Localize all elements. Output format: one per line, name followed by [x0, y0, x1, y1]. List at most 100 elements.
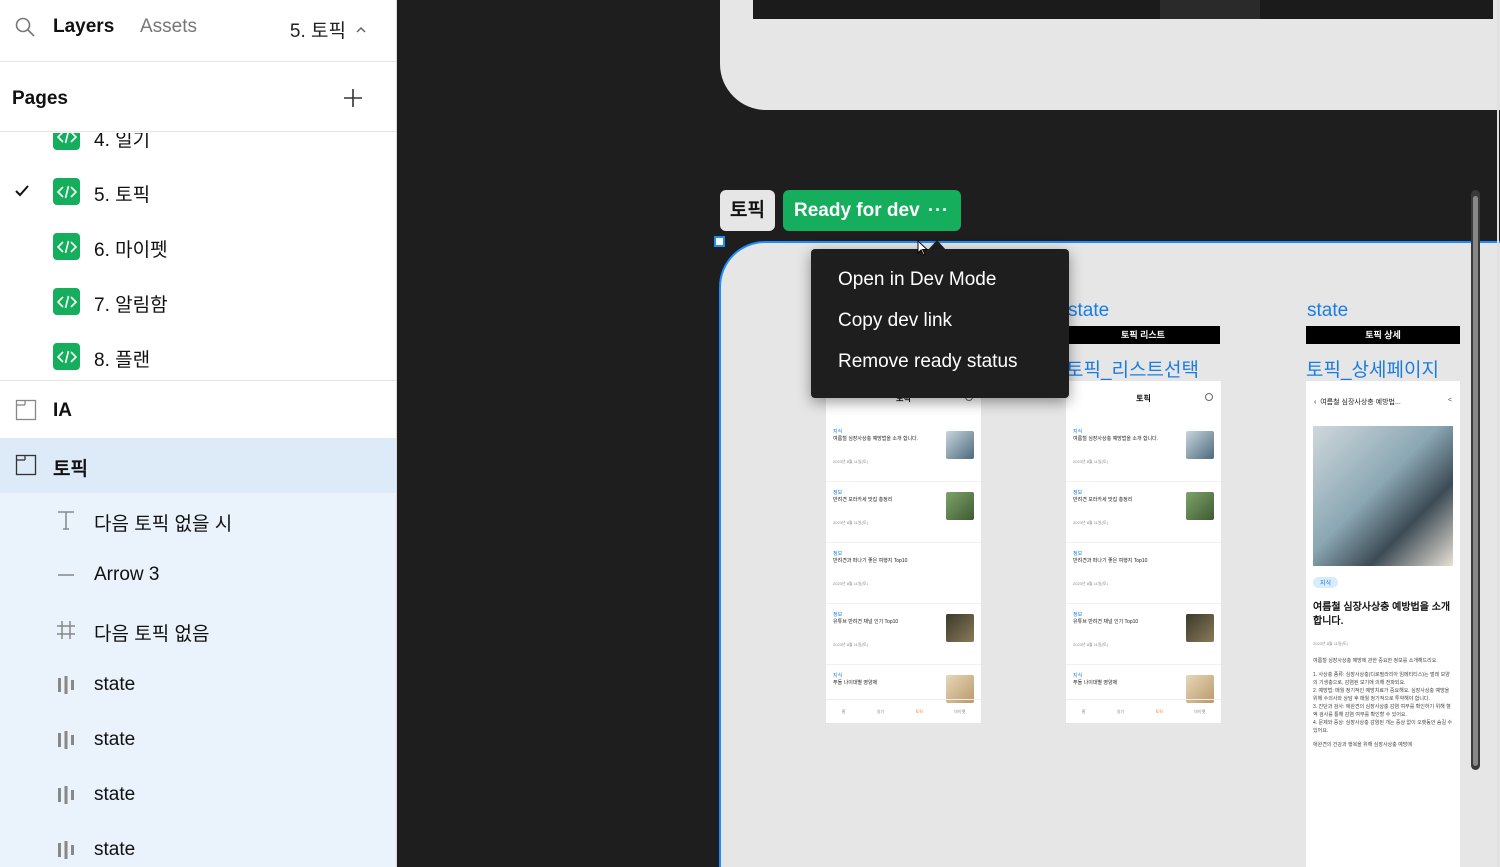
list-item[interactable]: 지식 여름철 심장사상충 예방법을 소개 합니다. 2023년 8월 11일(토…	[1066, 421, 1221, 482]
frame-icon	[57, 621, 75, 639]
text-icon	[58, 511, 74, 530]
card-thumbnail	[1186, 492, 1214, 520]
panel-topbar: Layers Assets 5. 토픽	[0, 0, 396, 62]
add-page-icon[interactable]	[341, 86, 365, 110]
frame-title-bar: 토픽 리스트	[1066, 326, 1220, 344]
tab-diary[interactable]: 일기	[1117, 709, 1124, 715]
tab-layers[interactable]: Layers	[53, 16, 114, 38]
list-item[interactable]: 정보 유튜브 반려견 채널 인기 Top10 2023년 8월 11일(토)	[1066, 604, 1221, 665]
detail-date: 2023년 8월 11일(토)	[1313, 641, 1348, 646]
frame-name[interactable]: 토픽_상세페이지	[1306, 355, 1439, 382]
checkmark-icon	[15, 185, 29, 197]
layer-row[interactable]: state	[0, 768, 396, 823]
layer-row[interactable]: state	[0, 658, 396, 713]
layer-label: 다음 토픽 없음	[94, 624, 210, 645]
page-item-label: 8. 플랜	[94, 350, 151, 371]
layer-row[interactable]: Arrow 3	[0, 548, 396, 603]
tab-home[interactable]: 홈	[1082, 709, 1086, 715]
section-name-label[interactable]: 토픽	[720, 190, 775, 231]
tab-assets[interactable]: Assets	[140, 16, 197, 38]
component-set-icon	[58, 731, 74, 749]
ready-for-dev-button[interactable]: Ready for dev ···	[783, 190, 961, 231]
page-item-current[interactable]: 5. 토픽	[0, 166, 396, 221]
dev-mode-icon	[53, 233, 80, 260]
card-date: 2023년 8월 11일(토)	[833, 520, 868, 525]
component-set-icon	[58, 676, 74, 694]
resize-handle[interactable]	[714, 236, 725, 247]
card-category: 정보	[1073, 490, 1083, 496]
menu-item-open-dev-mode[interactable]: Open in Dev Mode	[811, 259, 1069, 300]
tab-topic[interactable]: 토픽	[1156, 709, 1163, 715]
layer-label: Arrow 3	[94, 564, 160, 585]
share-icon[interactable]: <	[1448, 397, 1452, 404]
more-options-icon[interactable]: ···	[928, 190, 949, 231]
state-label: state	[1068, 300, 1110, 321]
card-thumbnail	[946, 431, 974, 459]
tab-mypet[interactable]: 마이펫	[1194, 709, 1205, 715]
pages-title: Pages	[12, 88, 68, 109]
card-category: 지식	[1073, 429, 1083, 435]
layer-row[interactable]: state	[0, 823, 396, 867]
tab-mypet[interactable]: 마이펫	[954, 709, 965, 715]
page-item-label: 7. 알림함	[94, 295, 168, 316]
page-item[interactable]: 7. 알림함	[0, 276, 396, 331]
layer-row[interactable]: 다음 토픽 없음	[0, 603, 396, 658]
dev-mode-icon	[53, 133, 80, 150]
frame-name[interactable]: 토픽_리스트선택	[1066, 355, 1199, 382]
canvas-scrollbar[interactable]	[1471, 190, 1480, 770]
card-thumbnail	[946, 492, 974, 520]
layer-row-selected[interactable]: 토픽	[0, 438, 396, 493]
dev-mode-icon	[53, 288, 80, 315]
page-item[interactable]: 4. 일기	[0, 133, 396, 166]
page-item[interactable]: 8. 플랜	[0, 331, 396, 380]
hero-image	[1313, 426, 1453, 566]
list-item[interactable]: 지식 여름철 심장사상충 예방법을 소개 합니다. 2023년 8월 11일(토…	[826, 421, 981, 482]
menu-item-remove-ready-status[interactable]: Remove ready status	[811, 341, 1069, 382]
topic-list-select-frame[interactable]: 토픽 지식 여름철 심장사상충 예방법을 소개 합니다. 2023년 8월 11…	[1066, 381, 1221, 723]
card-title: 푸들 나이대별 영양제	[833, 680, 878, 686]
detail-top-title: ‹ 여름철 심장사상충 예방법...	[1314, 397, 1401, 407]
detail-point: 4. 문제와 증상: 심장사상충 감염된 개는 증상 없이 오랫동안 숨길 수 …	[1313, 720, 1453, 734]
scrollbar-thumb[interactable]	[1473, 196, 1478, 766]
dev-mode-icon	[53, 178, 80, 205]
search-icon[interactable]	[14, 16, 36, 38]
chevron-up-icon	[356, 26, 366, 33]
card-date: 2023년 8월 11일(토)	[833, 581, 868, 586]
card-thumbnail	[1186, 431, 1214, 459]
section-icon	[15, 454, 37, 476]
bottom-tab-bar: 홈 일기 토픽 마이펫	[826, 699, 981, 723]
card-thumbnail	[946, 614, 974, 642]
tab-topic[interactable]: 토픽	[916, 709, 923, 715]
list-item[interactable]: 정보 반려견과 떠나기 좋은 여행지 Top10 2023년 8월 11일(토)	[1066, 543, 1221, 604]
canvas-edge	[1497, 0, 1499, 867]
pages-list: 4. 일기 5. 토픽 6. 마이펫 7. 알림함 8. 플랜	[0, 133, 396, 381]
card-date: 2023년 8월 11일(토)	[833, 459, 868, 464]
topic-list-frame[interactable]: 토픽 지식 여름철 심장사상충 예방법을 소개 합니다. 2023년 8월 11…	[826, 381, 981, 723]
layer-label: state	[94, 674, 136, 695]
card-category: 지식	[833, 429, 843, 435]
list-item[interactable]: 정보 유튜브 반려견 채널 인기 Top10 2023년 8월 11일(토)	[826, 604, 981, 665]
card-title: 반려견과 떠나기 좋은 여행지 Top10	[833, 558, 908, 564]
list-item[interactable]: 정보 반려견과 떠나기 좋은 여행지 Top10 2023년 8월 11일(토)	[826, 543, 981, 604]
ready-status-menu: Open in Dev Mode Copy dev link Remove re…	[811, 249, 1069, 398]
detail-point: 1. 사상충 종류: 심장사상충(디로필라리아 임메티티스)는 벌레 모양의 기…	[1313, 672, 1450, 686]
card-title: 유튜브 반려견 채널 인기 Top10	[1073, 619, 1139, 625]
layer-row[interactable]: 다음 토픽 없을 시	[0, 493, 396, 548]
menu-item-copy-dev-link[interactable]: Copy dev link	[811, 300, 1069, 341]
previous-section[interactable]	[720, 0, 1500, 110]
page-item[interactable]: 6. 마이펫	[0, 221, 396, 276]
layer-row[interactable]: state	[0, 713, 396, 768]
design-canvas[interactable]: 토픽 Ready for dev ··· state 토픽 리스트 토픽_리스트…	[398, 0, 1500, 867]
list-item[interactable]: 정보 반려견 모라카세 맛집 총정리 2023년 8월 11일(토)	[826, 482, 981, 543]
page-selector[interactable]: 5. 토픽	[290, 16, 368, 43]
dev-mode-icon	[53, 343, 80, 370]
topic-detail-frame[interactable]: ‹ 여름철 심장사상충 예방법... < 지식 여름철 심장사상충 예방법을 소…	[1306, 381, 1460, 867]
tab-home[interactable]: 홈	[842, 709, 846, 715]
page-item-label: 5. 토픽	[94, 185, 151, 206]
list-item[interactable]: 정보 반려견 모라카세 맛집 총정리 2023년 8월 11일(토)	[1066, 482, 1221, 543]
previous-section-bar	[753, 0, 1493, 19]
component-set-icon	[58, 841, 74, 859]
tab-diary[interactable]: 일기	[877, 709, 884, 715]
layer-row[interactable]: IA	[0, 383, 396, 438]
card-date: 2023년 8월 11일(토)	[1073, 581, 1108, 586]
